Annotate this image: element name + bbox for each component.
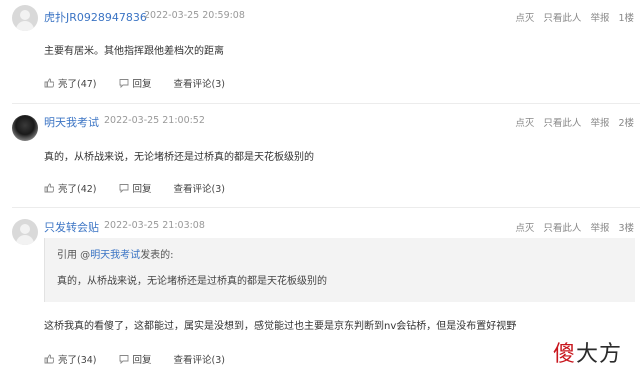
post-actions: 点灭 只看此人 举报 3楼	[515, 220, 634, 234]
reply-button[interactable]: 回复	[119, 76, 152, 90]
reply-icon	[119, 184, 128, 193]
avatar[interactable]	[12, 5, 38, 31]
quote-author-link[interactable]: 明天我考试	[90, 250, 140, 261]
post-footer: 亮了(34) 回复 查看评论(3)	[44, 352, 247, 366]
username[interactable]: 明天我考试	[44, 114, 99, 130]
quote-prefix: 引用 @	[57, 250, 91, 261]
floor-number: 3楼	[618, 223, 634, 234]
avatar[interactable]	[12, 219, 38, 245]
view-comments-link[interactable]: 查看评论(3)	[174, 352, 225, 366]
downvote-link[interactable]: 点灭	[515, 10, 534, 24]
light-button[interactable]: 亮了(47)	[44, 76, 97, 90]
floor-number: 2楼	[618, 118, 634, 129]
reply-button[interactable]: 回复	[119, 352, 152, 366]
quote-header: 引用 @明天我考试发表的:	[57, 246, 174, 261]
reply-label: 回复	[132, 184, 152, 195]
light-button[interactable]: 亮了(42)	[44, 181, 97, 195]
thumbs-up-icon	[44, 183, 54, 193]
post-actions: 点灭 只看此人 举报 1楼	[515, 10, 634, 24]
post-content: 主要有居米。其他指挥跟他差档次的距离	[44, 46, 224, 57]
post-time: 2022-03-25 20:59:08	[144, 10, 245, 21]
post-3: 只发转会贴 2022-03-25 21:03:08 点灭 只看此人 举报 3楼 …	[0, 208, 640, 384]
post-time: 2022-03-25 21:00:52	[104, 115, 205, 126]
reply-icon	[119, 79, 128, 88]
thumbs-up-icon	[44, 354, 54, 364]
quote-suffix: 发表的:	[140, 250, 174, 261]
only-this-user-link[interactable]: 只看此人	[543, 10, 581, 24]
post-footer: 亮了(42) 回复 查看评论(3)	[44, 181, 247, 195]
floor-number: 1楼	[618, 13, 634, 24]
view-comments-link[interactable]: 查看评论(3)	[174, 76, 225, 90]
watermark-rest: 大方	[575, 342, 622, 367]
reply-label: 回复	[132, 79, 152, 90]
light-button[interactable]: 亮了(34)	[44, 352, 97, 366]
downvote-link[interactable]: 点灭	[515, 220, 534, 234]
downvote-link[interactable]: 点灭	[515, 115, 534, 129]
username[interactable]: 虎扑JR0928947836	[44, 9, 147, 25]
reply-label: 回复	[132, 355, 152, 366]
light-count: 亮了(34)	[58, 355, 97, 366]
only-this-user-link[interactable]: 只看此人	[543, 115, 581, 129]
post-content: 这桥我真的看傻了，这都能过，属实是没想到，感觉能过也主要是京东判断到nv会钻桥，…	[44, 321, 517, 332]
post-content: 真的，从桥战来说，无论堵桥还是过桥真的都是天花板级别的	[44, 152, 314, 163]
avatar[interactable]	[12, 115, 38, 141]
quote-block: 引用 @明天我考试发表的: 真的，从桥战来说，无论堵桥还是过桥真的都是天花板级别…	[44, 238, 635, 302]
quote-text: 真的，从桥战来说，无论堵桥还是过桥真的都是天花板级别的	[57, 276, 327, 287]
report-link[interactable]: 举报	[590, 220, 609, 234]
watermark-first-char: 傻	[552, 342, 576, 367]
post-2: 明天我考试 2022-03-25 21:00:52 点灭 只看此人 举报 2楼 …	[0, 104, 640, 208]
watermark-logo: 傻大方	[553, 336, 622, 368]
light-count: 亮了(47)	[58, 79, 97, 90]
report-link[interactable]: 举报	[590, 10, 609, 24]
post-footer: 亮了(47) 回复 查看评论(3)	[44, 76, 247, 90]
report-link[interactable]: 举报	[590, 115, 609, 129]
reply-icon	[119, 355, 128, 364]
reply-button[interactable]: 回复	[119, 181, 152, 195]
username[interactable]: 只发转会贴	[44, 219, 99, 235]
post-actions: 点灭 只看此人 举报 2楼	[515, 115, 634, 129]
post-time: 2022-03-25 21:03:08	[104, 220, 205, 231]
light-count: 亮了(42)	[58, 184, 97, 195]
only-this-user-link[interactable]: 只看此人	[543, 220, 581, 234]
thumbs-up-icon	[44, 78, 54, 88]
view-comments-link[interactable]: 查看评论(3)	[174, 181, 225, 195]
post-1: 虎扑JR0928947836 2022-03-25 20:59:08 点灭 只看…	[0, 0, 640, 104]
